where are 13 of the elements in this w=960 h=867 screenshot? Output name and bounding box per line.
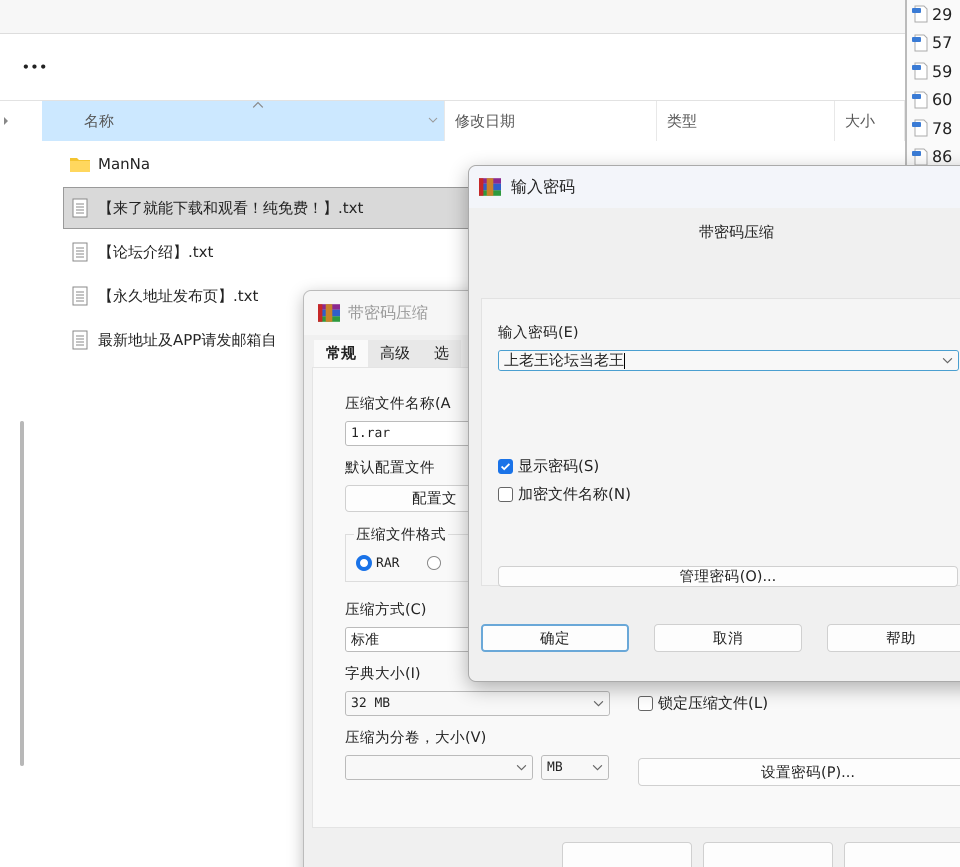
field-label: 字典大小(I)	[345, 664, 421, 683]
field-label: 压缩文件名称(A	[345, 395, 451, 413]
checkbox-label: 显示密码(S)	[518, 457, 600, 476]
dialog-title: 带密码压缩	[348, 302, 428, 324]
radio-label: RAR	[376, 556, 400, 570]
checkbox-label: 加密文件名称(N)	[518, 485, 631, 504]
field-label: 压缩方式(C)	[345, 600, 426, 619]
field-label: 压缩为分卷，大小(V)	[345, 729, 486, 747]
dialog-heading: 带密码压缩	[698, 222, 775, 243]
checkbox-label: 锁定压缩文件(L)	[658, 694, 768, 713]
field-label: 输入密码(E)	[498, 324, 578, 342]
field-label: 默认配置文件	[345, 459, 435, 477]
dialog-title: 输入密码	[511, 176, 575, 198]
